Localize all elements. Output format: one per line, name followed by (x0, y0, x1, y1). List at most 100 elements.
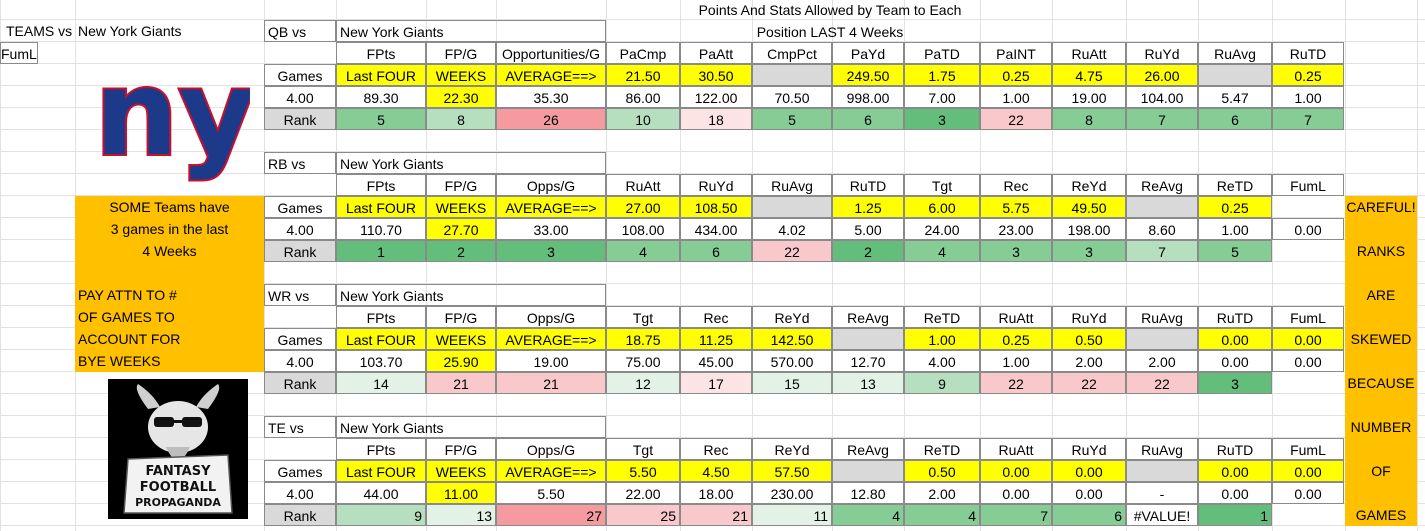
teams-vs-label[interactable]: TEAMS vs (3, 20, 75, 42)
average-cell[interactable]: AVERAGE==> (496, 460, 606, 482)
stat-header[interactable]: RuTD (1272, 42, 1344, 64)
rank-cell[interactable]: 1 (336, 240, 426, 262)
total-cell[interactable]: 0.00 (1052, 482, 1126, 504)
total-cell[interactable]: 23.00 (980, 218, 1052, 240)
average-cell[interactable]: AVERAGE==> (496, 196, 606, 218)
total-cell[interactable]: 19.00 (496, 350, 606, 372)
rank-cell[interactable]: 21 (496, 372, 606, 394)
average-cell[interactable]: 27.00 (606, 196, 680, 218)
total-cell[interactable]: 108.00 (606, 218, 680, 240)
games-label[interactable]: Games (264, 196, 336, 218)
total-cell[interactable]: 44.00 (336, 482, 426, 504)
total-cell[interactable]: 12.70 (832, 350, 904, 372)
rank-cell[interactable]: 22 (980, 372, 1052, 394)
total-cell[interactable]: 5.00 (832, 218, 904, 240)
total-cell[interactable]: - (1126, 482, 1198, 504)
total-cell[interactable]: 22.00 (606, 482, 680, 504)
total-cell[interactable]: 89.30 (336, 86, 426, 108)
rank-cell[interactable]: 7 (1126, 108, 1198, 130)
average-cell[interactable]: 21.50 (606, 64, 680, 86)
average-cell[interactable]: 0.50 (1052, 328, 1126, 350)
average-cell[interactable]: Last FOUR (336, 328, 426, 350)
position-team-name[interactable]: New York Giants (336, 284, 606, 306)
average-cell[interactable]: 1.00 (904, 328, 980, 350)
rank-cell[interactable]: 3 (904, 108, 980, 130)
average-cell[interactable]: 0.00 (1198, 460, 1272, 482)
stat-header[interactable]: FumL (1272, 438, 1344, 460)
rank-cell[interactable]: 27 (496, 504, 606, 526)
stat-header[interactable]: RuAvg (752, 174, 832, 196)
average-cell[interactable]: WEEKS (426, 460, 496, 482)
average-cell[interactable] (752, 196, 832, 218)
stat-header[interactable]: ReYd (752, 438, 832, 460)
average-cell[interactable]: 108.50 (680, 196, 752, 218)
rank-cell[interactable]: 22 (752, 240, 832, 262)
stat-header[interactable]: PaAtt (680, 42, 752, 64)
total-cell[interactable]: 27.70 (426, 218, 496, 240)
average-cell[interactable]: 249.50 (832, 64, 904, 86)
total-cell[interactable]: 5.50 (496, 482, 606, 504)
rank-cell[interactable]: #VALUE! (1126, 504, 1198, 526)
rank-cell[interactable]: 4 (904, 504, 980, 526)
rank-cell[interactable]: 4 (832, 504, 904, 526)
stat-header[interactable]: FP/G (426, 438, 496, 460)
stat-header[interactable]: RuYd (1052, 306, 1126, 328)
total-cell[interactable]: 12.80 (832, 482, 904, 504)
total-cell[interactable]: 1.00 (980, 350, 1052, 372)
total-cell[interactable]: 103.70 (336, 350, 426, 372)
rank-cell[interactable]: 4 (606, 240, 680, 262)
total-cell[interactable]: 45.00 (680, 350, 752, 372)
games-count[interactable]: 4.00 (264, 350, 336, 372)
rank-cell[interactable]: 15 (752, 372, 832, 394)
position-label[interactable]: QB vs (264, 20, 336, 42)
average-cell[interactable] (1126, 460, 1198, 482)
average-cell[interactable]: 18.75 (606, 328, 680, 350)
position-label[interactable]: WR vs (264, 284, 336, 306)
rank-cell[interactable]: 8 (426, 108, 496, 130)
total-cell[interactable]: 1.00 (1198, 218, 1272, 240)
average-cell[interactable] (1126, 196, 1198, 218)
rank-cell[interactable]: 9 (336, 504, 426, 526)
rank-cell[interactable]: 3 (980, 240, 1052, 262)
total-cell[interactable]: 0.00 (1272, 218, 1344, 240)
total-cell[interactable]: 122.00 (680, 86, 752, 108)
total-cell[interactable]: 33.00 (496, 218, 606, 240)
position-team-name[interactable]: New York Giants (336, 416, 606, 438)
rank-cell[interactable]: 14 (336, 372, 426, 394)
average-cell[interactable]: 0.00 (1272, 328, 1344, 350)
total-cell[interactable]: 1.00 (1272, 86, 1344, 108)
total-cell[interactable]: 70.50 (752, 86, 832, 108)
total-cell[interactable]: 998.00 (832, 86, 904, 108)
stat-header[interactable]: RuYd (1052, 438, 1126, 460)
rank-cell[interactable]: 10 (606, 108, 680, 130)
total-cell[interactable]: 35.30 (496, 86, 606, 108)
games-count[interactable]: 4.00 (264, 218, 336, 240)
stat-header[interactable]: RuTD (1198, 306, 1272, 328)
total-cell[interactable]: 4.00 (904, 350, 980, 372)
average-cell[interactable]: WEEKS (426, 196, 496, 218)
stat-header[interactable]: FumL (0, 42, 38, 64)
position-label[interactable]: RB vs (264, 152, 336, 174)
total-cell[interactable]: 2.00 (1052, 350, 1126, 372)
stat-header[interactable]: ReYd (752, 306, 832, 328)
average-cell[interactable]: 30.50 (680, 64, 752, 86)
rank-cell[interactable]: 6 (1198, 108, 1272, 130)
average-cell[interactable]: 5.50 (606, 460, 680, 482)
rank-cell[interactable]: 4 (904, 240, 980, 262)
rank-cell[interactable]: 6 (680, 240, 752, 262)
total-cell[interactable]: 2.00 (904, 482, 980, 504)
stat-header[interactable]: FP/G (426, 42, 496, 64)
rank-cell[interactable]: 18 (680, 108, 752, 130)
stat-header[interactable]: RuAvg (1126, 438, 1198, 460)
rank-cell[interactable]: 5 (752, 108, 832, 130)
stat-header[interactable]: Opps/G (496, 174, 606, 196)
average-cell[interactable] (832, 460, 904, 482)
total-cell[interactable]: 25.90 (426, 350, 496, 372)
average-cell[interactable]: 0.25 (1198, 196, 1272, 218)
average-cell[interactable]: 26.00 (1126, 64, 1198, 86)
average-cell[interactable]: Last FOUR (336, 64, 426, 86)
average-cell[interactable] (752, 64, 832, 86)
total-cell[interactable]: 0.00 (1198, 350, 1272, 372)
stat-header[interactable]: FPts (336, 306, 426, 328)
total-cell[interactable]: 22.30 (426, 86, 496, 108)
